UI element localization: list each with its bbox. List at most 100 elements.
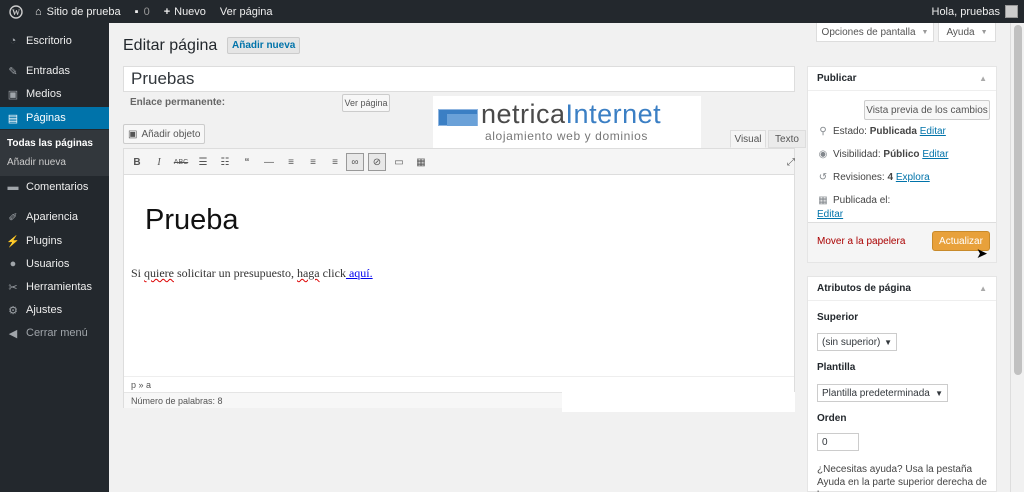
bold-icon[interactable]: B	[128, 153, 146, 171]
sidebar-item-paginas[interactable]: ▤ Páginas	[0, 107, 109, 129]
admin-bar: W ⌂ Sitio de prueba ▪ 0 + Nuevo Ver pági…	[0, 0, 1024, 23]
calendar-icon: ▦	[818, 195, 828, 206]
dashboard-icon: ◔	[9, 35, 17, 47]
site-name-link[interactable]: ⌂ Sitio de prueba	[28, 0, 128, 23]
sidebar-item-usuarios[interactable]: ● Usuarios	[0, 253, 109, 275]
new-content-link[interactable]: + Nuevo	[157, 0, 213, 23]
content-link[interactable]: aquí.	[346, 266, 373, 280]
chevron-down-icon: ▼	[935, 388, 943, 398]
content-editor[interactable]: B I ABC ☰ ☷ “ — ≡ ≡ ≡ ∞ ⊘ ▭ ▦ ⤢ Prueba S…	[123, 148, 798, 412]
visibility-row: ◉ Visibilidad: Público Editar	[818, 149, 949, 160]
bullet-list-icon[interactable]: ☰	[194, 153, 212, 171]
sidebar-item-entradas[interactable]: ✎ Entradas	[0, 60, 109, 82]
order-label: Orden	[817, 413, 847, 424]
align-left-icon[interactable]: ≡	[282, 153, 300, 171]
admin-sidebar: ◔ Escritorio ✎ Entradas ▣ Medios ▤ Págin…	[0, 23, 109, 492]
template-select[interactable]: Plantilla predeterminada ▼	[817, 384, 948, 402]
status-row: ⚲ Estado: Publicada Editar	[817, 126, 946, 137]
blockquote-icon[interactable]: “	[238, 153, 256, 171]
logo-tagline: alojamiento web y dominios	[485, 129, 649, 143]
insert-link-icon[interactable]: ∞	[346, 153, 364, 171]
pin-icon: ✎	[8, 65, 18, 78]
sidebar-item-herramientas[interactable]: ✂ Herramientas	[0, 276, 109, 298]
content-heading: Prueba	[145, 204, 239, 236]
edit-status-link[interactable]: Editar	[920, 126, 946, 137]
edit-date-link[interactable]: Editar	[817, 209, 843, 220]
media-icon: ▣	[128, 128, 138, 140]
settings-icon: ⚙	[8, 304, 18, 317]
align-right-icon[interactable]: ≡	[326, 153, 344, 171]
comments-icon: ▬	[7, 181, 19, 193]
screen-options-button[interactable]: Opciones de pantalla ▼	[816, 23, 934, 42]
submenu-add-new[interactable]: Añadir nueva	[7, 157, 66, 168]
horizontal-line-icon[interactable]: —	[260, 153, 278, 171]
parent-select[interactable]: (sin superior) ▼	[817, 333, 897, 351]
post-title-input[interactable]: Pruebas	[123, 66, 795, 92]
published-date-row: ▦ Publicada el:	[818, 195, 891, 206]
add-new-button[interactable]: Añadir nueva	[227, 37, 301, 54]
mouse-cursor-icon: ➤	[976, 245, 988, 261]
remove-link-icon[interactable]: ⊘	[368, 153, 386, 171]
collapse-arrow-icon[interactable]: ▲	[979, 74, 987, 83]
home-icon: ⌂	[35, 5, 42, 18]
fullscreen-icon[interactable]: ⤢	[784, 153, 798, 171]
collapse-menu-button[interactable]: ◀ Cerrar menú	[0, 322, 109, 344]
account-menu[interactable]: Hola, pruebas	[932, 5, 1024, 18]
collapse-arrow-icon[interactable]: ▲	[979, 284, 987, 293]
revisions-icon: ↺	[818, 172, 828, 183]
wordpress-logo-icon[interactable]: W	[4, 0, 28, 23]
order-input[interactable]: 0	[817, 433, 859, 451]
parent-label: Superior	[817, 312, 859, 323]
submenu-all-pages[interactable]: Todas las páginas	[7, 138, 93, 149]
sidebar-item-apariencia[interactable]: ✐ Apariencia	[0, 206, 109, 228]
tab-text[interactable]: Texto	[768, 130, 806, 148]
media-icon: ▣	[7, 88, 19, 101]
pin-icon: ⚲	[819, 126, 827, 137]
plugin-icon: ⚡	[6, 235, 20, 248]
page-title: Editar página	[123, 37, 218, 54]
explore-revisions-link[interactable]: Explora	[896, 172, 930, 183]
scrollbar-thumb[interactable]	[1014, 25, 1022, 375]
pages-submenu: Todas las páginas Añadir nueva	[0, 130, 109, 176]
add-media-button[interactable]: ▣ Añadir objeto	[123, 124, 205, 144]
numbered-list-icon[interactable]: ☷	[216, 153, 234, 171]
brush-icon: ✐	[8, 211, 18, 224]
comment-icon: ▪	[134, 5, 139, 18]
sidebar-item-medios[interactable]: ▣ Medios	[0, 83, 109, 105]
users-icon: ●	[9, 258, 17, 270]
sidebar-item-plugins[interactable]: ⚡ Plugins	[0, 230, 109, 252]
sidebar-item-comentarios[interactable]: ▬ Comentarios	[0, 176, 109, 198]
netrica-logo: netricaInternet alojamiento web y domini…	[433, 96, 701, 148]
help-button[interactable]: Ayuda ▼	[938, 23, 996, 42]
wrench-icon: ✂	[8, 281, 18, 294]
sidebar-item-ajustes[interactable]: ⚙ Ajustes	[0, 299, 109, 321]
read-more-icon[interactable]: ▭	[390, 153, 408, 171]
toolbar-toggle-icon[interactable]: ▦	[412, 153, 430, 171]
logo-mark	[438, 109, 478, 126]
strikethrough-icon[interactable]: ABC	[172, 153, 190, 171]
element-path: p » a	[124, 376, 794, 392]
view-page-link[interactable]: Ver página	[213, 0, 280, 23]
view-page-button[interactable]: Ver página	[342, 94, 390, 112]
sidebar-item-escritorio[interactable]: ◔ Escritorio	[0, 30, 109, 52]
content-paragraph: Si quiere solicitar un presupuesto, haga…	[131, 266, 373, 280]
publish-box-header[interactable]: Publicar ▲	[808, 67, 996, 91]
page-scrollbar[interactable]	[1010, 23, 1024, 492]
word-count: Número de palabras: 8	[124, 392, 562, 408]
edit-visibility-link[interactable]: Editar	[922, 149, 948, 160]
italic-icon[interactable]: I	[150, 153, 168, 171]
pages-icon: ▤	[7, 112, 19, 125]
collapse-arrow-icon: ◀	[8, 327, 18, 340]
tab-visual[interactable]: Visual	[730, 130, 766, 148]
align-center-icon[interactable]: ≡	[304, 153, 322, 171]
publish-actions: Mover a la papelera Actualizar ➤	[808, 222, 996, 262]
move-to-trash-link[interactable]: Mover a la papelera	[817, 236, 905, 247]
plus-icon: +	[163, 5, 171, 18]
preview-changes-button[interactable]: Vista previa de los cambios	[864, 100, 990, 120]
comments-link[interactable]: ▪ 0	[128, 0, 157, 23]
avatar	[1005, 5, 1018, 18]
page-attributes-header[interactable]: Atributos de página ▲	[808, 277, 996, 301]
revisions-row: ↺ Revisiones: 4 Explora	[818, 172, 930, 183]
page-attributes-box: Atributos de página ▲ Superior (sin supe…	[807, 276, 997, 492]
permalink-label: Enlace permanente:	[130, 97, 226, 108]
